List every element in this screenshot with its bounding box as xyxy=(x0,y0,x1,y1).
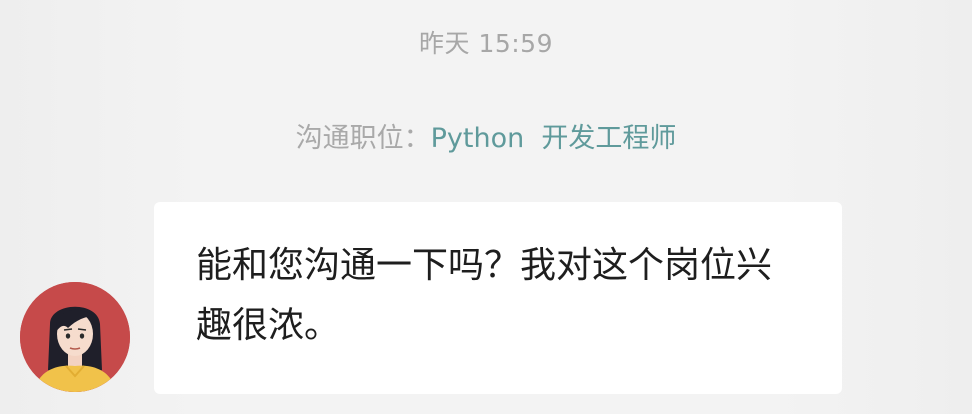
message-timestamp: 昨天 15:59 xyxy=(419,29,553,58)
message-text: 能和您沟通一下吗？我对这个岗位兴趣很浓。 xyxy=(196,245,773,346)
chat-area: 昨天 15:59 沟通职位：Python 开发工程师 能和您沟通一下吗？我对这个… xyxy=(0,0,972,414)
job-position-link[interactable]: Python 开发工程师 xyxy=(431,123,677,154)
job-position-notice: 沟通职位：Python 开发工程师 xyxy=(0,116,972,155)
female-user-avatar-icon xyxy=(20,282,130,392)
job-position-label: 沟通职位： xyxy=(295,123,431,154)
message-bubble[interactable]: 能和您沟通一下吗？我对这个岗位兴趣很浓。 xyxy=(154,202,842,394)
sender-avatar[interactable] xyxy=(20,282,130,392)
